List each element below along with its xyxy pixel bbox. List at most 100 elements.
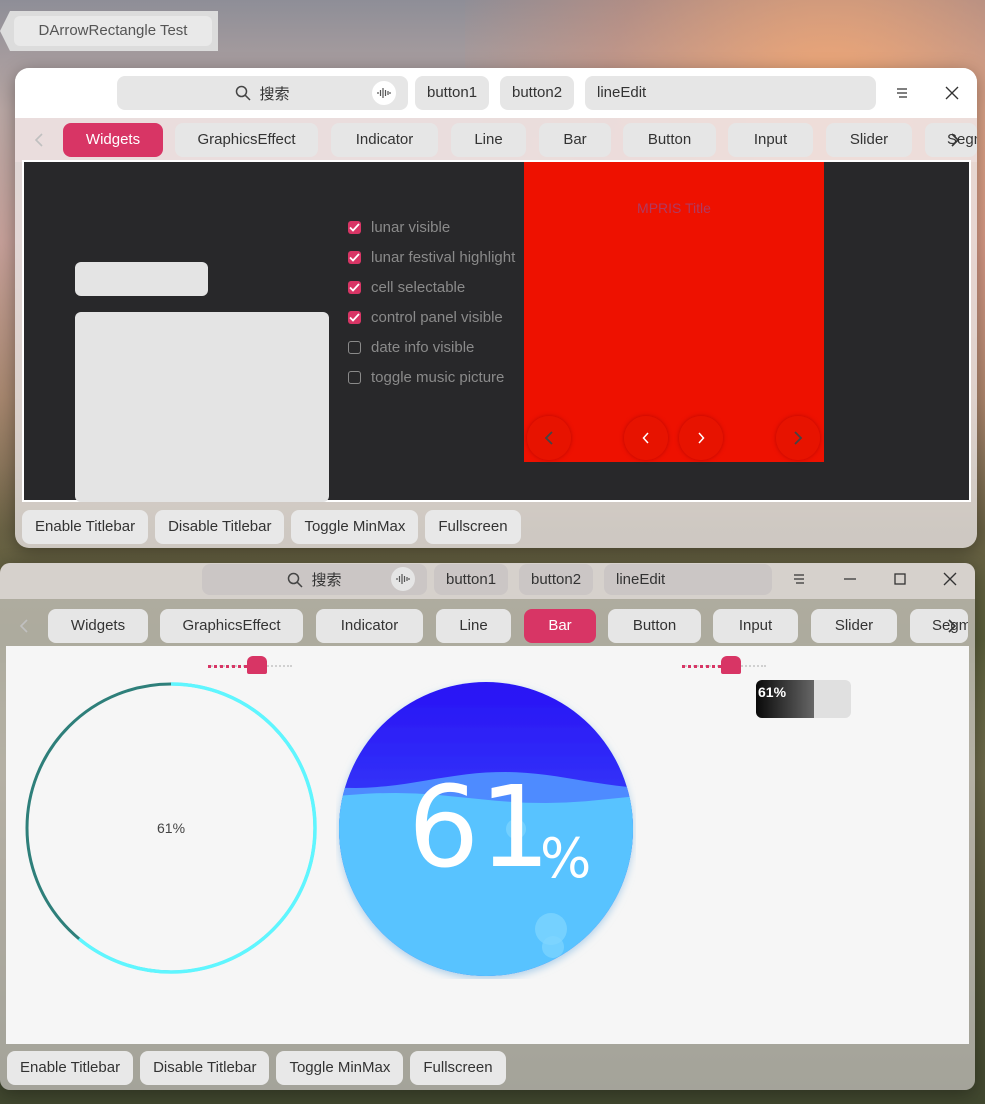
disable-titlebar-button[interactable]: Disable Titlebar xyxy=(155,510,285,544)
fullscreen-button[interactable]: Fullscreen xyxy=(425,510,521,544)
mpris-next-page-button[interactable] xyxy=(679,416,723,460)
checkbox-label: toggle music picture xyxy=(371,368,505,386)
water-progress-number: 61 xyxy=(408,763,551,893)
tab-slider[interactable]: Slider xyxy=(811,609,897,643)
chevron-left-icon[interactable] xyxy=(27,123,51,157)
line-edit-field[interactable] xyxy=(75,262,208,296)
slider-fill xyxy=(208,665,247,668)
checkbox-lunar-festival-highlight[interactable]: lunar festival highlight xyxy=(348,242,515,272)
close-icon[interactable] xyxy=(942,83,962,103)
tab-graphicseffect[interactable]: GraphicsEffect xyxy=(175,123,318,157)
checkbox-lunar-visible[interactable]: lunar visible xyxy=(348,212,515,242)
line-edit[interactable]: lineEdit xyxy=(604,564,772,595)
menu-icon[interactable] xyxy=(892,83,912,103)
arrow-rectangle-test[interactable]: DArrowRectangle Test xyxy=(0,11,218,51)
checkbox-label: date info visible xyxy=(371,338,475,356)
button2[interactable]: button2 xyxy=(519,564,594,595)
check-icon[interactable] xyxy=(348,280,361,294)
checkbox-box[interactable] xyxy=(348,370,361,384)
chevron-right-icon[interactable] xyxy=(943,123,967,157)
tab-bar-item[interactable]: Bar xyxy=(539,123,611,157)
tab-graphicseffect[interactable]: GraphicsEffect xyxy=(160,609,303,643)
tab-input[interactable]: Input xyxy=(713,609,798,643)
button1[interactable]: button1 xyxy=(434,564,509,595)
search-box[interactable]: 搜索 xyxy=(117,76,408,110)
horizontal-progress-bar: 61% xyxy=(756,680,851,718)
button2[interactable]: button2 xyxy=(500,76,575,110)
water-bubble xyxy=(542,936,564,958)
chevron-right-icon[interactable] xyxy=(940,609,964,643)
slider-handle[interactable] xyxy=(247,656,267,674)
ring-progress-slider[interactable] xyxy=(208,656,292,676)
tab-line[interactable]: Line xyxy=(436,609,511,643)
mpris-prev-button[interactable] xyxy=(527,416,571,460)
checkbox-label: lunar festival highlight xyxy=(371,248,516,266)
tab-slider[interactable]: Slider xyxy=(826,123,912,157)
slider-fill xyxy=(682,665,721,668)
ring-progress-label: 61% xyxy=(157,820,186,836)
window-widgets: 搜索 button1 button2 lineEdit Widgets Grap… xyxy=(15,68,977,548)
button1[interactable]: button1 xyxy=(415,76,490,110)
mpris-next-button[interactable] xyxy=(776,416,820,460)
voice-icon[interactable] xyxy=(391,567,415,591)
search-box[interactable]: 搜索 xyxy=(202,564,427,595)
disable-titlebar-button[interactable]: Disable Titlebar xyxy=(140,1051,270,1085)
mpris-widget: MPRIS Title xyxy=(524,162,824,462)
bottom-button-row: Enable Titlebar Disable Titlebar Toggle … xyxy=(22,510,521,544)
tab-widgets[interactable]: Widgets xyxy=(48,609,148,643)
tab-line[interactable]: Line xyxy=(451,123,526,157)
tab-input[interactable]: Input xyxy=(728,123,813,157)
menu-icon[interactable] xyxy=(789,569,809,589)
enable-titlebar-button[interactable]: Enable Titlebar xyxy=(22,510,149,544)
tab-bar-item[interactable]: Bar xyxy=(524,609,596,643)
water-progress-unit: % xyxy=(540,827,592,890)
chevron-left-icon xyxy=(642,432,649,444)
chevron-left-icon[interactable] xyxy=(12,609,36,643)
tab-button[interactable]: Button xyxy=(623,123,716,157)
toggle-minmax-button[interactable]: Toggle MinMax xyxy=(291,510,419,544)
fullscreen-button[interactable]: Fullscreen xyxy=(410,1051,506,1085)
widgets-panel: lunar visible lunar festival highlight c… xyxy=(22,160,971,502)
line-edit[interactable]: lineEdit xyxy=(585,76,876,110)
arrow-rectangle-label: DArrowRectangle Test xyxy=(14,16,212,46)
close-icon[interactable] xyxy=(940,569,960,589)
toggle-minmax-button[interactable]: Toggle MinMax xyxy=(276,1051,404,1085)
tab-button[interactable]: Button xyxy=(608,609,701,643)
titlebar: 搜索 button1 button2 lineEdit xyxy=(0,563,975,599)
checkbox-label: lunar visible xyxy=(371,218,451,236)
minimize-icon[interactable] xyxy=(840,569,860,589)
tab-indicator[interactable]: Indicator xyxy=(331,123,438,157)
chevron-left-icon xyxy=(544,431,553,445)
small-progress-slider[interactable] xyxy=(682,656,766,676)
checkbox-label: cell selectable xyxy=(371,278,466,296)
search-placeholder: 搜索 xyxy=(259,85,290,103)
slider-handle[interactable] xyxy=(721,656,741,674)
checkbox-date-info-visible[interactable]: date info visible xyxy=(348,332,515,362)
voice-icon[interactable] xyxy=(372,81,396,105)
check-icon[interactable] xyxy=(348,310,361,324)
tab-widgets[interactable]: Widgets xyxy=(63,123,163,157)
check-icon[interactable] xyxy=(348,220,361,234)
progress-label: 61% xyxy=(758,684,787,700)
tab-bar: Widgets GraphicsEffect Indicator Line Ba… xyxy=(15,118,977,162)
checkbox-cell-selectable[interactable]: cell selectable xyxy=(348,272,515,302)
titlebar: 搜索 button1 button2 lineEdit xyxy=(15,68,977,118)
maximize-icon[interactable] xyxy=(890,569,910,589)
chevron-right-icon xyxy=(794,431,803,445)
search-icon xyxy=(236,85,252,101)
checkbox-toggle-music-picture[interactable]: toggle music picture xyxy=(348,362,515,392)
text-edit-area[interactable] xyxy=(75,312,329,502)
checkbox-label: control panel visible xyxy=(371,308,503,326)
bottom-button-row: Enable Titlebar Disable Titlebar Toggle … xyxy=(7,1051,506,1085)
chevron-right-icon xyxy=(698,432,705,444)
checkbox-box[interactable] xyxy=(348,340,361,354)
tab-indicator[interactable]: Indicator xyxy=(316,609,423,643)
bar-panel: 61% 61 % 61% xyxy=(6,646,969,1044)
check-icon[interactable] xyxy=(348,250,361,264)
search-placeholder: 搜索 xyxy=(311,572,342,589)
mpris-title: MPRIS Title xyxy=(637,200,711,216)
mpris-prev-page-button[interactable] xyxy=(624,416,668,460)
enable-titlebar-button[interactable]: Enable Titlebar xyxy=(7,1051,134,1085)
checkbox-control-panel-visible[interactable]: control panel visible xyxy=(348,302,515,332)
window-bar: 搜索 button1 button2 lineEdit Widgets Grap… xyxy=(0,563,975,1090)
